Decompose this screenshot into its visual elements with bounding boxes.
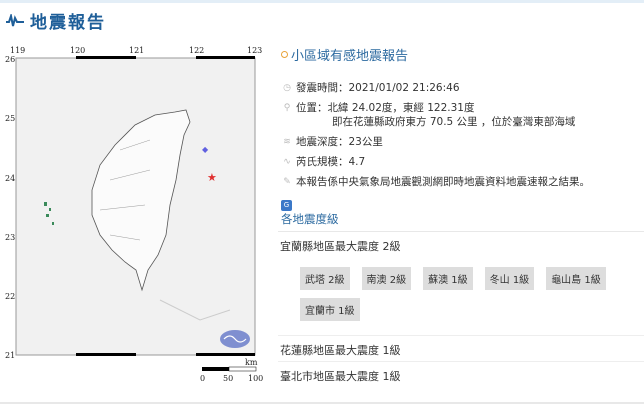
lat-tick-22: 22 xyxy=(5,292,15,301)
report-panel: 小區域有感地震報告 ◷ 發震時間：2021/01/02 21:26:46 ⚲ 位置：… xyxy=(278,44,644,387)
lon-tick-123: 123 xyxy=(247,46,262,55)
station-chip: 宜蘭市 1級 xyxy=(300,298,360,321)
location-pin-icon: ⚲ xyxy=(283,103,291,113)
magnitude-icon: ∿ xyxy=(283,157,291,167)
lat-tick-21: 21 xyxy=(5,351,15,360)
report-title: 小區域有感地震報告 xyxy=(291,48,409,64)
station-chip: 冬山 1級 xyxy=(484,267,535,290)
region-taipei[interactable]: 臺北市地區最大震度 1級 xyxy=(278,361,644,387)
lon-tick-121: 121 xyxy=(129,46,144,55)
translate-icon[interactable]: G xyxy=(281,200,292,211)
station-chip: 武塔 2級 xyxy=(300,267,350,290)
seismic-wave-icon xyxy=(6,13,24,26)
scale-tick-50: 50 xyxy=(223,374,233,383)
page-header: 地震報告 xyxy=(6,8,106,33)
report-note: 本報告係中央氣象局地震觀測網即時地震資料地震速報之結果。 xyxy=(296,176,590,188)
lat-tick-25: 25 xyxy=(5,114,15,123)
magnitude: 芮氏規模：4.7 xyxy=(296,156,366,168)
lon-tick-120: 120 xyxy=(70,46,85,55)
depth-icon: ≋ xyxy=(283,137,291,147)
page-title: 地震報告 xyxy=(30,13,106,33)
region-hualien[interactable]: 花蓮縣地區最大震度 1級 xyxy=(278,335,644,361)
clock-icon: ◷ xyxy=(283,83,291,93)
lat-tick-26: 26 xyxy=(5,55,15,64)
epicenter-star-icon: ★ xyxy=(207,171,217,184)
location-detail: 即在花蓮縣政府東方 70.5 公里 ，位於臺灣東部海域 xyxy=(332,116,576,128)
lat-tick-23: 23 xyxy=(5,233,15,242)
scale-unit: km xyxy=(245,358,258,367)
origin-time: 發震時間：2021/01/02 21:26:46 xyxy=(296,82,460,94)
epicenter-map[interactable]: ★ ◆ 119 120 121 122 123 26 25 24 23 22 2… xyxy=(0,40,270,390)
depth: 地震深度：23公里 xyxy=(296,136,383,148)
lon-tick-122: 122 xyxy=(189,46,204,55)
intensity-heading: 各地震度級 xyxy=(281,212,339,226)
station-chip: 龜山島 1級 xyxy=(546,267,606,290)
station-list: 武塔 2級 南澳 2級 蘇澳 1級 冬山 1級 龜山島 1級 宜蘭市 1級 xyxy=(278,257,644,335)
station-chip: 南澳 2級 xyxy=(361,267,412,290)
station-marker-icon: ◆ xyxy=(202,145,209,154)
pencil-icon: ✎ xyxy=(283,177,291,187)
lat-tick-24: 24 xyxy=(5,174,15,183)
station-chip: 蘇澳 1級 xyxy=(423,267,473,290)
region-yilan[interactable]: 宜蘭縣地區最大震度 2級 xyxy=(278,231,644,257)
top-border xyxy=(0,0,644,3)
lon-tick-119: 119 xyxy=(10,46,25,55)
scale-tick-0: 0 xyxy=(200,374,205,383)
bullet-icon xyxy=(281,50,288,58)
scale-tick-100: 100 xyxy=(248,374,263,383)
